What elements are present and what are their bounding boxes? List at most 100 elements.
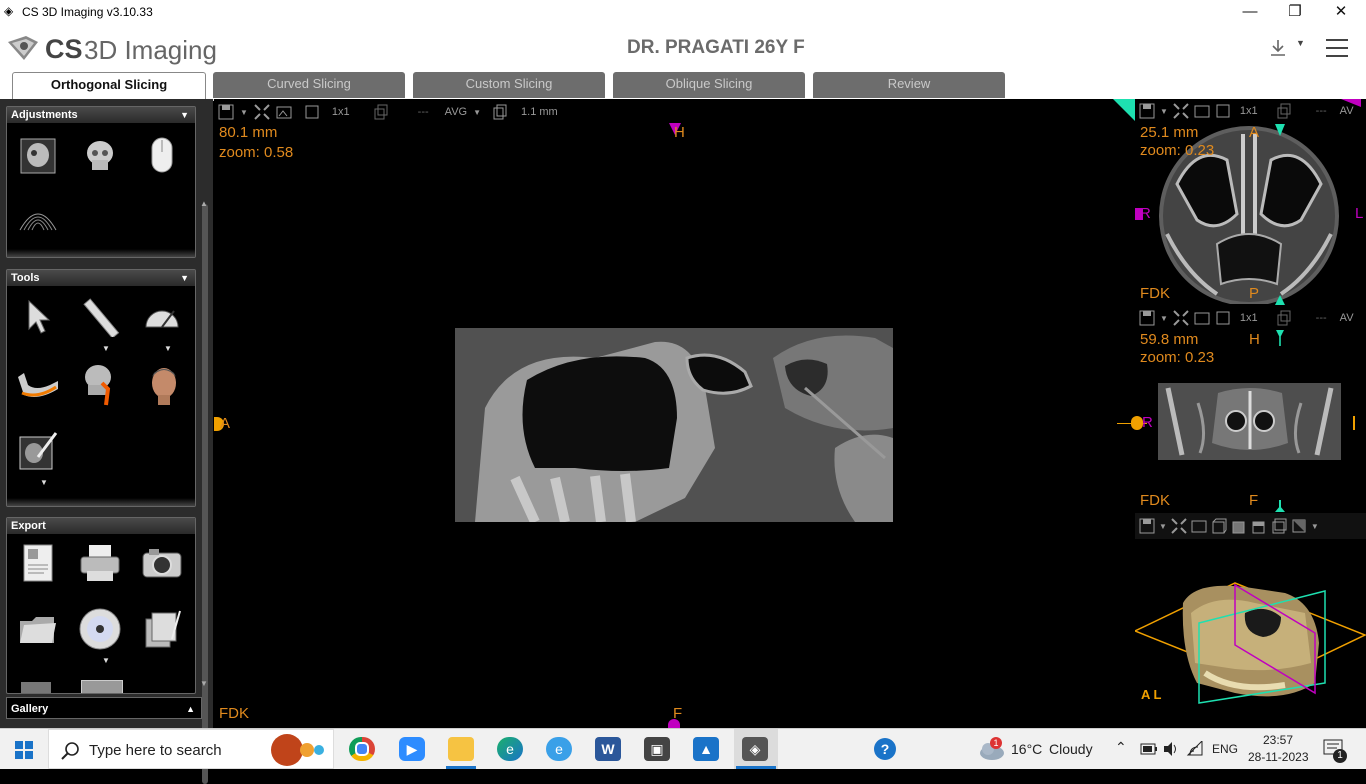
export-more-icon[interactable] xyxy=(21,682,51,693)
cube-side-icon[interactable] xyxy=(1251,518,1267,534)
fit-icon[interactable] xyxy=(1171,518,1187,534)
wifi-icon[interactable] xyxy=(1186,741,1204,757)
coronal-bottom-marker[interactable] xyxy=(1275,500,1285,512)
scroll-up-arrow[interactable]: ▲ xyxy=(200,199,208,208)
chrome-icon[interactable] xyxy=(349,737,375,761)
layout-square-icon[interactable] xyxy=(304,104,320,120)
save-dropdown-arrow[interactable]: ▼ xyxy=(1160,107,1168,116)
cube-view-icon[interactable] xyxy=(1291,518,1307,534)
speaker-icon[interactable] xyxy=(1162,741,1180,757)
taskbar-search-box[interactable]: Type here to search xyxy=(48,729,334,769)
jaw-curve-icon[interactable] xyxy=(15,362,61,408)
expand-arrow-icon[interactable]: ▲ xyxy=(186,698,195,720)
clock-date[interactable]: 28-11-2023 xyxy=(1248,750,1309,764)
camera-icon[interactable] xyxy=(139,540,185,586)
image-icon[interactable] xyxy=(1194,103,1210,119)
edge-icon[interactable]: e xyxy=(497,737,523,761)
printer-icon[interactable] xyxy=(77,540,123,586)
image-edit-dropdown-arrow[interactable]: ▼ xyxy=(40,478,48,487)
dicom-viewer-icon[interactable]: ▣ xyxy=(644,737,670,761)
slice-marker-bottom[interactable] xyxy=(668,719,680,728)
protractor-dropdown-arrow[interactable]: ▼ xyxy=(164,344,172,353)
image-icon[interactable] xyxy=(1191,518,1207,534)
mouse-icon[interactable] xyxy=(139,133,185,179)
copy-pages-icon[interactable] xyxy=(139,606,185,652)
nerve-fan-icon[interactable] xyxy=(15,193,61,239)
report-document-icon[interactable] xyxy=(15,540,61,586)
copy-icon[interactable] xyxy=(1277,103,1293,119)
tab-review[interactable]: Review xyxy=(813,72,1005,98)
gallery-bar[interactable]: Gallery ▲ xyxy=(6,697,202,719)
minimize-button[interactable]: — xyxy=(1230,2,1270,22)
copy-icon[interactable] xyxy=(1277,310,1293,326)
avg-mode[interactable]: AVG xyxy=(445,106,467,118)
skull-3d-icon[interactable] xyxy=(77,133,123,179)
layout-square-icon[interactable] xyxy=(1215,310,1231,326)
save-icon[interactable] xyxy=(1139,518,1155,534)
layout-square-icon[interactable] xyxy=(1215,103,1231,119)
coronal-top-marker[interactable] xyxy=(1276,330,1284,346)
download-icon[interactable] xyxy=(1268,38,1288,58)
hamburger-menu-icon[interactable] xyxy=(1325,37,1349,59)
ruler-dropdown-arrow[interactable]: ▼ xyxy=(102,344,110,353)
volume-3d-view[interactable]: ▼ ▼ A L xyxy=(1135,513,1366,728)
layout-label[interactable]: 1x1 xyxy=(1240,105,1258,117)
avg-dropdown-arrow[interactable]: ▼ xyxy=(473,108,481,117)
fit-icon[interactable] xyxy=(1173,103,1189,119)
cube-front-icon[interactable] xyxy=(1211,518,1227,534)
cube-back-icon[interactable] xyxy=(1271,518,1287,534)
skull-orange-icon[interactable] xyxy=(77,362,123,408)
save-icon[interactable] xyxy=(1139,310,1155,326)
export-more-icon-2[interactable] xyxy=(81,680,123,693)
collapse-arrow-icon[interactable]: ▼ xyxy=(180,107,189,123)
ruler-icon[interactable] xyxy=(77,294,123,340)
protractor-icon[interactable] xyxy=(139,294,185,340)
pointer-icon[interactable] xyxy=(15,294,61,340)
image-icon[interactable] xyxy=(1194,310,1210,326)
avg-mode[interactable]: AV xyxy=(1340,312,1354,324)
help-icon[interactable]: ? xyxy=(874,738,896,760)
coronal-view[interactable]: ▼ 1x1 --- AV 59.8 mm zoom: 0.23 H R FDK … xyxy=(1117,306,1366,512)
save-dropdown-arrow[interactable]: ▼ xyxy=(1160,314,1168,323)
zoom-icon[interactable]: ▶ xyxy=(399,737,425,761)
layout-label[interactable]: 1x1 xyxy=(1240,312,1258,324)
left-panel-scrollbar[interactable] xyxy=(202,204,208,784)
internet-explorer-icon[interactable]: e xyxy=(546,737,572,761)
layout-label[interactable]: 1x1 xyxy=(332,106,350,118)
tray-chevron-up-icon[interactable]: ⌃ xyxy=(1115,739,1127,756)
download-menu-arrow[interactable]: ▼ xyxy=(1296,38,1305,48)
axial-view[interactable]: ▼ 1x1 --- AV 25.1 mm zoom: 0.23 A R L FD… xyxy=(1113,99,1366,305)
battery-icon[interactable] xyxy=(1140,742,1158,756)
fit-icon[interactable] xyxy=(1173,310,1189,326)
maximize-button[interactable]: ❐ xyxy=(1275,2,1315,22)
image-icon[interactable] xyxy=(276,104,292,120)
cs-3d-imaging-taskbar-icon[interactable]: ◈ xyxy=(742,737,768,761)
tab-custom-slicing[interactable]: Custom Slicing xyxy=(413,72,605,98)
close-button[interactable]: ✕ xyxy=(1321,2,1361,22)
save-icon[interactable] xyxy=(1139,103,1155,119)
save-dropdown-arrow[interactable]: ▼ xyxy=(240,108,248,117)
windows-start-icon[interactable] xyxy=(15,741,33,759)
folder-icon[interactable] xyxy=(15,606,61,652)
adjustments-header[interactable]: Adjustments ▼ xyxy=(7,107,195,123)
save-icon[interactable] xyxy=(218,104,234,120)
tab-orthogonal-slicing[interactable]: Orthogonal Slicing xyxy=(12,72,206,99)
collapse-arrow-icon[interactable]: ▼ xyxy=(180,270,189,286)
clock-time[interactable]: 23:57 xyxy=(1263,733,1293,747)
coronal-right-marker[interactable] xyxy=(1353,416,1366,430)
view-dropdown-arrow[interactable]: ▼ xyxy=(1311,522,1319,531)
tab-curved-slicing[interactable]: Curved Slicing xyxy=(213,72,405,98)
face-photo-icon[interactable] xyxy=(139,362,185,408)
avg-mode[interactable]: AV xyxy=(1340,105,1354,117)
skull-slice-icon[interactable] xyxy=(15,133,61,179)
word-icon[interactable]: W xyxy=(595,737,621,761)
scroll-down-arrow[interactable]: ▼ xyxy=(200,679,208,688)
photos-icon[interactable]: ▲ xyxy=(693,737,719,761)
copy-icon[interactable] xyxy=(374,104,390,120)
file-explorer-icon[interactable] xyxy=(448,737,474,761)
cube-top-icon[interactable] xyxy=(1231,518,1247,534)
image-edit-icon[interactable] xyxy=(15,428,61,474)
thickness-icon[interactable] xyxy=(493,104,509,120)
language-indicator[interactable]: ENG xyxy=(1212,742,1238,756)
slice-thickness[interactable]: 1.1 mm xyxy=(521,106,558,118)
